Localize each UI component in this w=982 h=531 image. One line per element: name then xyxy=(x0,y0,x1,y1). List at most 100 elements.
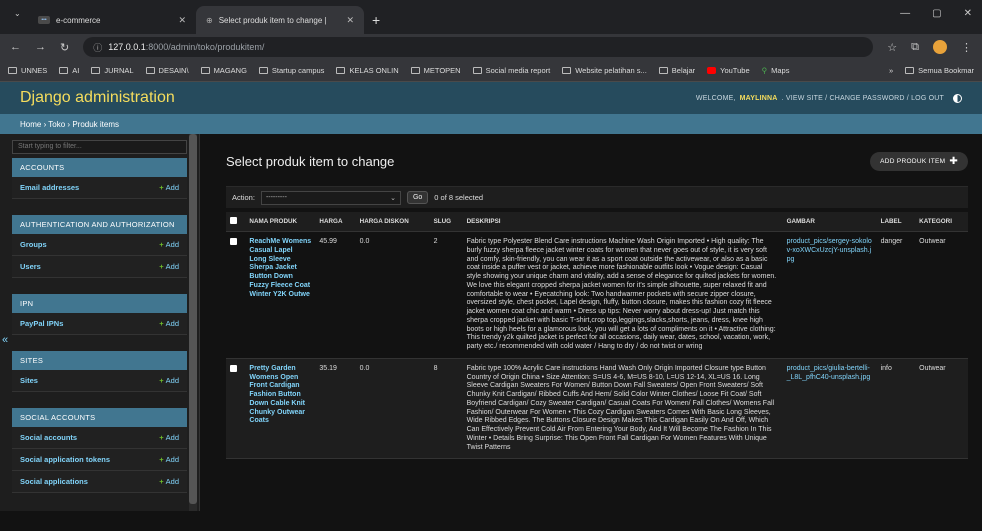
select-all-checkbox[interactable] xyxy=(230,217,237,224)
go-button[interactable]: Go xyxy=(406,191,429,204)
extensions-icon[interactable]: ⧉ xyxy=(911,41,919,54)
sidebar-item-users[interactable]: Users + Add xyxy=(12,256,187,278)
module-ipn: IPN PayPal IPNs + Add xyxy=(12,294,187,335)
add-link[interactable]: + Add xyxy=(159,376,179,385)
bookmark-item[interactable]: Social media report xyxy=(472,66,550,75)
column-header[interactable]: DESKRIPSI xyxy=(462,212,783,232)
minimize-icon[interactable]: — xyxy=(900,8,910,19)
site-brand[interactable]: Django administration xyxy=(20,89,175,107)
column-header[interactable]: HARGA DISKON xyxy=(355,212,430,232)
toggle-sidebar-icon[interactable]: « xyxy=(0,329,10,351)
sidebar-item-social-tokens[interactable]: Social application tokens + Add xyxy=(12,449,187,471)
bookmark-item[interactable]: AI xyxy=(59,66,79,75)
tab-search-icon[interactable]: ⌄ xyxy=(14,9,21,18)
bookmark-item[interactable]: YouTube xyxy=(707,66,750,75)
restore-icon[interactable]: ▢ xyxy=(932,8,941,19)
bookmark-item[interactable]: ⚲ Maps xyxy=(762,66,790,75)
new-tab-button[interactable]: + xyxy=(372,12,380,28)
reload-icon[interactable]: ↻ xyxy=(60,41,69,54)
site-info-icon[interactable]: ⓘ xyxy=(93,41,102,54)
menu-icon[interactable]: ⋮ xyxy=(961,41,972,54)
sidebar-item-label[interactable]: Social accounts xyxy=(20,433,77,442)
add-link[interactable]: + Add xyxy=(159,477,179,486)
action-select[interactable]: --------- ⌄ xyxy=(260,190,401,205)
module-caption[interactable]: ACCOUNTS xyxy=(12,158,187,177)
add-button-label: ADD PRODUK ITEM xyxy=(880,157,946,165)
close-tab-icon[interactable]: ✕ xyxy=(346,15,354,26)
sidebar-item-social-accounts[interactable]: Social accounts + Add xyxy=(12,427,187,449)
select-all-checkbox-cell[interactable] xyxy=(226,212,246,232)
bookmark-item[interactable]: Startup campus xyxy=(258,66,324,75)
sidebar-item-sites[interactable]: Sites + Add xyxy=(12,370,187,392)
bookmark-item[interactable]: JURNAL xyxy=(91,66,134,75)
column-header[interactable]: NAMA PRODUK xyxy=(245,212,316,232)
add-link[interactable]: + Add xyxy=(159,433,179,442)
module-caption[interactable]: IPN xyxy=(12,294,187,313)
add-link[interactable]: + Add xyxy=(159,240,179,249)
youtube-icon xyxy=(707,67,717,74)
bookmark-item[interactable]: Belajar xyxy=(658,66,695,75)
forward-icon[interactable]: → xyxy=(35,41,46,53)
row-checkbox-cell[interactable] xyxy=(226,231,246,359)
add-produk-item-button[interactable]: ADD PRODUK ITEM ✚ xyxy=(870,151,968,171)
image-link[interactable]: product_pics/giulia-bertelli-_L8L_pfhC40… xyxy=(782,358,877,460)
sidebar-item-paypal-ipns[interactable]: PayPal IPNs + Add xyxy=(12,313,187,335)
bookmark-item[interactable]: UNNES xyxy=(8,66,47,75)
bookmarks-overflow[interactable]: » xyxy=(889,66,893,75)
bookmark-star-icon[interactable]: ☆ xyxy=(887,41,897,54)
row-checkbox[interactable] xyxy=(230,238,237,245)
product-name-link[interactable]: Pretty Garden Womens Open Front Cardigan… xyxy=(245,358,316,460)
tab-ecommerce[interactable]: ••• e-commerce ✕ xyxy=(28,6,196,34)
column-header[interactable]: HARGA xyxy=(315,212,356,232)
module-sites: SITES Sites + Add xyxy=(12,351,187,392)
close-window-icon[interactable]: ✕ xyxy=(964,8,972,19)
sidebar-filter-input[interactable]: Start typing to filter... xyxy=(12,140,187,154)
url-path: :8000/admin/toko/produkitem/ xyxy=(145,42,265,52)
add-link[interactable]: + Add xyxy=(159,455,179,464)
tab-admin[interactable]: ⊕ Select produk item to change | ✕ xyxy=(196,6,364,34)
column-header[interactable]: GAMBAR xyxy=(782,212,877,232)
all-bookmarks[interactable]: Semua Bookmar xyxy=(905,66,974,75)
sidebar-item-label[interactable]: PayPal IPNs xyxy=(20,319,63,328)
column-header[interactable]: KATEGORI xyxy=(915,212,968,232)
image-link[interactable]: product_pics/sergey-sokolov-xoXWCxUzcjY-… xyxy=(782,231,877,359)
bookmark-item[interactable]: DESAIN\ xyxy=(145,66,189,75)
close-tab-icon[interactable]: ✕ xyxy=(178,15,186,26)
module-caption[interactable]: SOCIAL ACCOUNTS xyxy=(12,408,187,427)
sidebar-item-label[interactable]: Sites xyxy=(20,376,38,385)
add-link[interactable]: + Add xyxy=(159,262,179,271)
sidebar-scrollbar-thumb[interactable] xyxy=(189,134,197,504)
back-icon[interactable]: ← xyxy=(10,41,21,53)
sidebar-item-label[interactable]: Social application tokens xyxy=(20,455,110,464)
sidebar-item-label[interactable]: Social applications xyxy=(20,477,88,486)
category-cell: Outwear xyxy=(915,358,968,460)
folder-icon xyxy=(145,67,155,74)
bookmark-item[interactable]: METOPEN xyxy=(410,66,461,75)
sidebar-item-social-applications[interactable]: Social applications + Add xyxy=(12,471,187,493)
product-name-link[interactable]: ReachMe Womens Casual Lapel Long Sleeve … xyxy=(245,231,316,359)
sidebar-item-email-addresses[interactable]: Email addresses + Add xyxy=(12,177,187,199)
module-caption[interactable]: SITES xyxy=(12,351,187,370)
user-links[interactable]: . VIEW SITE / CHANGE PASSWORD / LOG OUT xyxy=(782,95,944,102)
row-checkbox-cell[interactable] xyxy=(226,358,246,460)
module-caption[interactable]: AUTHENTICATION AND AUTHORIZATION xyxy=(12,215,187,234)
profile-avatar[interactable] xyxy=(933,40,947,54)
theme-toggle-icon[interactable] xyxy=(953,93,962,103)
sidebar-item-groups[interactable]: Groups + Add xyxy=(12,234,187,256)
sidebar-item-label[interactable]: Email addresses xyxy=(20,183,79,192)
bookmark-label: AI xyxy=(72,66,80,75)
bookmark-item[interactable]: MAGANG xyxy=(200,66,247,75)
sidebar-item-label[interactable]: Groups xyxy=(20,240,47,249)
bookmark-item[interactable]: KELAS ONLIN xyxy=(336,66,399,75)
bookmark-label: MAGANG xyxy=(213,66,247,75)
add-link[interactable]: + Add xyxy=(159,319,179,328)
row-checkbox[interactable] xyxy=(230,364,237,372)
column-header[interactable]: LABEL xyxy=(876,212,916,232)
sidebar-item-label[interactable]: Users xyxy=(20,262,41,271)
breadcrumb[interactable]: Home › Toko › Produk items xyxy=(0,114,982,134)
bookmark-item[interactable]: Website pelatihan s... xyxy=(562,66,647,75)
address-bar[interactable]: ⓘ 127.0.0.1:8000/admin/toko/produkitem/ xyxy=(83,37,874,57)
add-link[interactable]: + Add xyxy=(159,183,179,192)
folder-icon xyxy=(658,67,668,74)
column-header[interactable]: SLUG xyxy=(429,212,463,232)
